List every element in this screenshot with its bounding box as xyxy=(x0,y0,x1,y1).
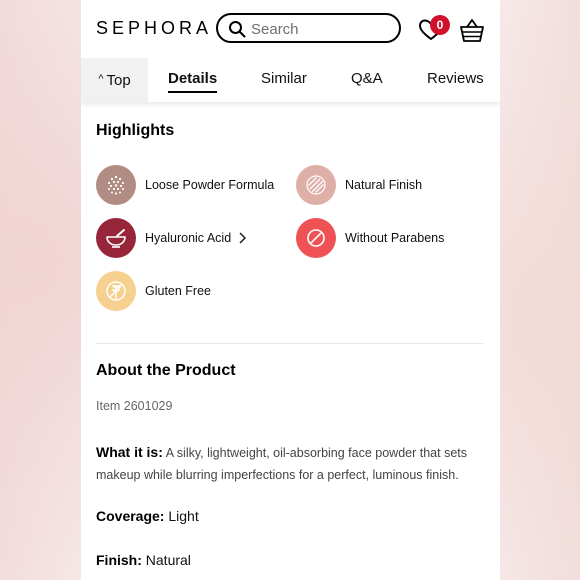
highlight-label: Natural Finish xyxy=(345,178,423,192)
search-input[interactable] xyxy=(251,19,391,39)
natural-finish-icon xyxy=(296,165,336,205)
mortar-bowl-icon xyxy=(96,218,136,258)
powder-icon xyxy=(96,165,136,205)
highlight-label: Loose Powder Formula xyxy=(145,178,275,192)
tab-similar[interactable]: Similar xyxy=(261,70,307,87)
what-it-is-label: What it is: xyxy=(96,444,163,460)
item-number: Item 2601029 xyxy=(96,399,173,413)
coverage: Coverage: Light xyxy=(96,508,199,524)
prohibited-icon xyxy=(296,218,336,258)
top-label: Top xyxy=(106,71,131,89)
app-screen: SEPHORA 0 ^ Top Details Similar Q&A Revi… xyxy=(81,0,500,580)
sephora-logo[interactable]: SEPHORA xyxy=(96,18,212,39)
gluten-free-icon xyxy=(96,271,136,311)
highlight-label: Hyaluronic Acid xyxy=(145,231,232,245)
highlight-without-parabens: Without Parabens xyxy=(296,218,444,258)
what-it-is: What it is: A silky, lightweight, oil-ab… xyxy=(96,441,481,486)
tab-qa[interactable]: Q&A xyxy=(351,70,383,87)
finish-label: Finish: xyxy=(96,552,142,568)
finish-value: Natural xyxy=(145,552,191,568)
loves-count-badge: 0 xyxy=(430,15,450,35)
search-bar[interactable] xyxy=(216,13,401,43)
coverage-value: Light xyxy=(168,508,199,524)
back-to-top-button[interactable]: ^ Top xyxy=(81,58,148,102)
tab-reviews[interactable]: Reviews xyxy=(427,70,484,87)
about-title: About the Product xyxy=(96,362,236,379)
tab-details[interactable]: Details xyxy=(168,70,218,93)
highlights-title: Highlights xyxy=(96,122,175,139)
section-divider xyxy=(96,343,484,344)
header: SEPHORA 0 xyxy=(81,0,500,58)
highlight-label: Gluten Free xyxy=(145,284,212,298)
highlight-hyaluronic-acid[interactable]: Hyaluronic Acid xyxy=(96,218,247,258)
highlight-loose-powder: Loose Powder Formula xyxy=(96,165,274,205)
caret-up-icon: ^ xyxy=(98,73,104,85)
highlight-natural-finish: Natural Finish xyxy=(296,165,422,205)
finish: Finish: Natural xyxy=(96,552,191,568)
search-icon xyxy=(229,21,246,38)
chevron-right-icon xyxy=(239,232,247,244)
basket-icon[interactable] xyxy=(459,17,485,43)
section-tabs: ^ Top Details Similar Q&A Reviews xyxy=(81,58,500,102)
highlight-gluten-free: Gluten Free xyxy=(96,271,211,311)
highlight-label: Without Parabens xyxy=(345,231,445,245)
coverage-label: Coverage: xyxy=(96,508,165,524)
